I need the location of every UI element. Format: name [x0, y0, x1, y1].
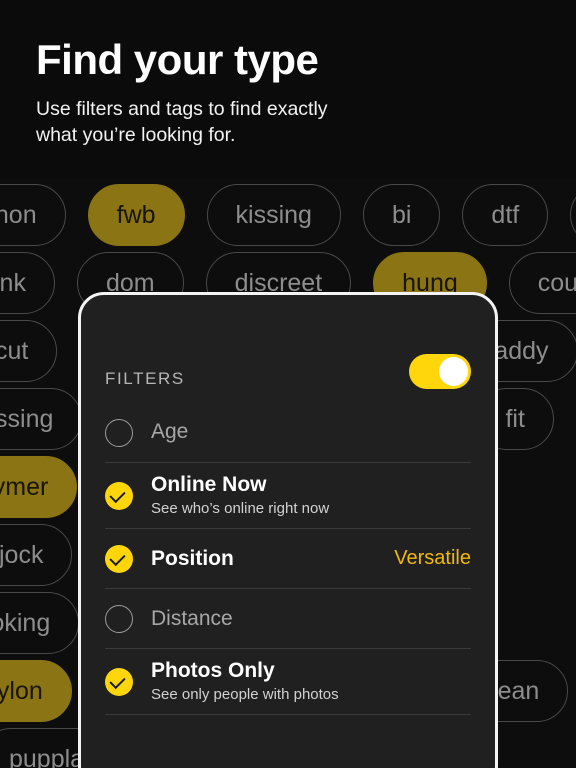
filter-row-text: Position — [151, 547, 382, 571]
tag-pill[interactable]: dtf — [462, 184, 549, 246]
check-circle-icon[interactable] — [105, 544, 133, 573]
tag-pill[interactable]: looking — [0, 592, 80, 654]
app-screen: anonfwbkissingbidtfcarplayrawtwinkdomdis… — [0, 0, 576, 768]
filter-row[interactable]: Position Versatile — [105, 529, 471, 590]
check-circle-icon[interactable] — [105, 667, 133, 696]
filter-row-title: Position — [151, 546, 234, 570]
filter-row[interactable]: Age — [105, 403, 471, 463]
filter-row[interactable]: Distance — [105, 589, 471, 650]
empty-circle-icon[interactable] — [105, 604, 133, 633]
tag-pill[interactable]: fwb — [87, 184, 185, 246]
filter-row-value[interactable]: Versatile — [394, 547, 471, 570]
filter-row-subtitle: See who’s online right now — [151, 500, 330, 518]
tag-row: anonfwbkissingbidtfcarplayraw — [0, 184, 576, 246]
page-title: Find your type — [36, 36, 319, 83]
filter-row-text: Distance — [151, 607, 471, 631]
empty-circle-icon[interactable] — [105, 418, 133, 447]
filters-panel-header: FILTERS — [81, 295, 495, 403]
tag-pill[interactable]: jock — [0, 524, 73, 586]
tag-pill[interactable]: anon — [0, 184, 66, 246]
tag-pill[interactable]: paymer — [0, 456, 78, 518]
filter-row-subtitle: See only people with photos — [151, 686, 339, 704]
filter-row-title: Online Now — [151, 473, 267, 496]
filter-row-text: Online Now See who’s online right now — [151, 473, 471, 518]
tag-pill[interactable]: bi — [362, 184, 441, 246]
filter-row-title: Photos Only — [151, 659, 275, 683]
page-subtitle: Use filters and tags to find exactly wha… — [36, 98, 328, 147]
filters-header-label: FILTERS — [105, 369, 185, 388]
filter-row-title: Distance — [151, 606, 233, 630]
check-circle-icon[interactable] — [105, 481, 133, 510]
filters-panel: FILTERS Age Online Now See who’s online ri… — [78, 292, 498, 768]
tag-pill[interactable]: kissing — [0, 388, 83, 450]
tag-pill[interactable]: nylon — [0, 660, 72, 722]
filters-master-toggle[interactable] — [409, 354, 471, 389]
filter-row[interactable]: Online Now See who’s online right now — [105, 463, 471, 530]
filter-row-text: Age — [151, 420, 471, 444]
filter-row-list: Age Online Now See who’s online right now P… — [81, 403, 495, 716]
tag-pill[interactable]: carplay — [570, 184, 576, 246]
tag-pill[interactable]: cut — [0, 320, 58, 382]
tag-pill[interactable]: twink — [0, 252, 55, 314]
tag-pill[interactable]: couple — [508, 252, 576, 314]
tag-pill[interactable]: kissing — [206, 184, 341, 246]
filter-row-title: Age — [151, 420, 189, 444]
filter-row-text: Photos Only See only people with photos — [151, 659, 471, 704]
filter-row[interactable]: Photos Only See only people with photos — [105, 649, 471, 716]
hero-header: Find your type Use filters and tags to f… — [0, 0, 576, 178]
toggle-knob — [439, 357, 468, 386]
